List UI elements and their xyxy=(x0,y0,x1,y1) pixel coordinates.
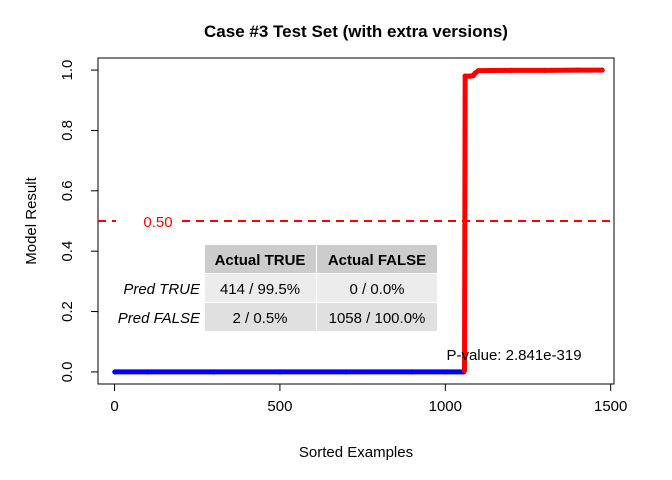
data-point xyxy=(599,67,605,73)
data-point xyxy=(475,68,481,74)
y-tick-label: 0.8 xyxy=(59,120,76,141)
data-point xyxy=(343,369,349,375)
p-value-annotation: P-value: 2.841e-319 xyxy=(446,347,581,364)
x-tick-label: 500 xyxy=(267,398,292,415)
threshold-label: 0.50 xyxy=(143,214,172,231)
table-cell: 2 / 0.5% xyxy=(232,310,287,327)
x-tick-label: 0 xyxy=(110,398,118,415)
data-point xyxy=(442,369,448,375)
y-axis-label: Model Result xyxy=(23,176,40,264)
y-axis: 0.0 0.2 0.4 0.6 0.8 1.0 xyxy=(59,60,99,382)
y-tick-label: 0.6 xyxy=(59,180,76,201)
table-row-label: Pred TRUE xyxy=(123,281,201,298)
table-col-header: Actual FALSE xyxy=(328,252,426,269)
data-point xyxy=(462,73,468,79)
confusion-table: Actual TRUE Actual FALSE Pred TRUE 414 /… xyxy=(118,245,437,331)
data-point xyxy=(211,369,217,375)
data-point xyxy=(541,67,548,73)
y-tick-label: 0.2 xyxy=(59,301,76,322)
table-cell: 0 / 0.0% xyxy=(349,281,404,298)
x-tick-label: 1500 xyxy=(594,398,627,415)
data-point xyxy=(409,369,415,375)
data-point xyxy=(112,369,118,375)
table-col-header: Actual TRUE xyxy=(215,252,306,269)
table-cell: 414 / 99.5% xyxy=(220,281,300,298)
x-axis-label: Sorted Examples xyxy=(299,444,413,461)
data-point xyxy=(461,367,468,374)
threshold-line: 0.50 xyxy=(98,214,614,231)
table-row-label: Pred FALSE xyxy=(118,310,201,327)
table-cell: 1058 / 100.0% xyxy=(329,310,426,327)
y-tick-label: 0.4 xyxy=(59,241,76,262)
data-point xyxy=(508,67,515,73)
chart: Case #3 Test Set (with extra versions) S… xyxy=(23,22,627,461)
data-point xyxy=(277,369,283,375)
y-tick-label: 0.0 xyxy=(59,361,76,382)
data-point xyxy=(575,67,581,73)
y-tick-label: 1.0 xyxy=(59,60,76,81)
x-axis: 0 500 1000 1500 xyxy=(110,383,627,415)
x-tick-label: 1000 xyxy=(429,398,462,415)
data-point xyxy=(145,369,151,375)
chart-title: Case #3 Test Set (with extra versions) xyxy=(204,22,508,41)
